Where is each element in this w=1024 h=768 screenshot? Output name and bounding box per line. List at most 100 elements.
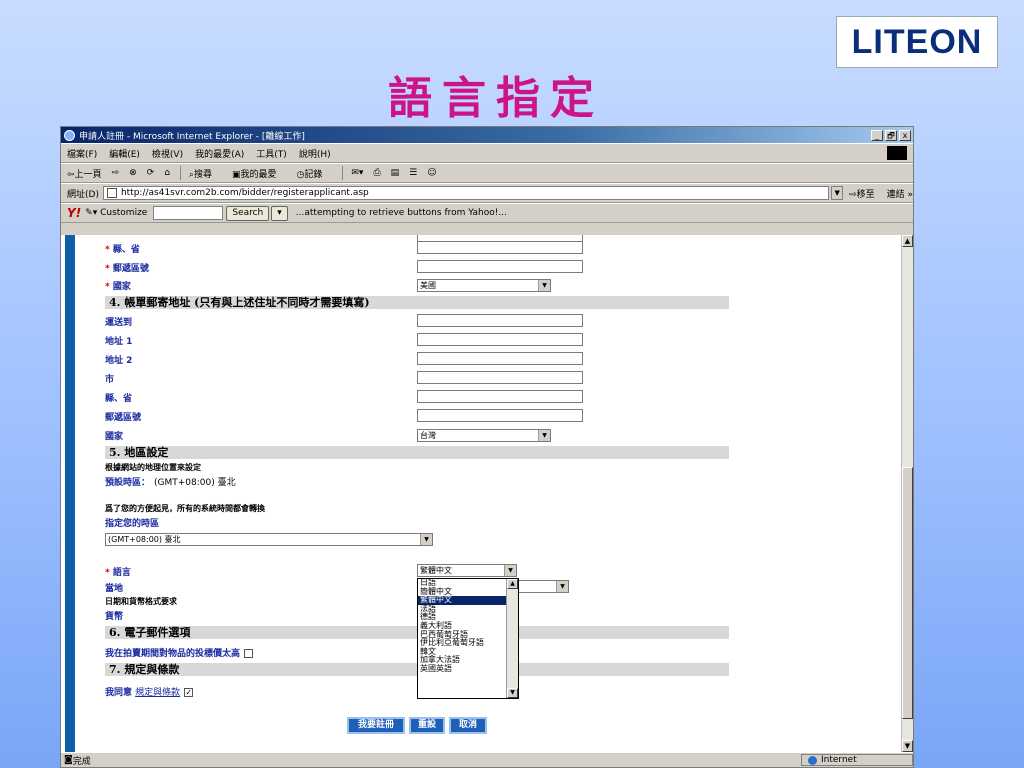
select-timezone[interactable]: (GMT+08:00) 臺北 ▼ — [105, 533, 433, 546]
outbid-option: 我在拍賣期間對物品的投標價太高 — [105, 646, 254, 659]
yahoo-message: ...attempting to retrieve buttons from Y… — [295, 208, 507, 218]
language-dropdown-list[interactable]: 日語 簡體中文 繁體中文 法語 德語 義大利語 巴西葡萄牙語 伊比利亞葡萄牙語 … — [417, 578, 519, 699]
label-locale: 當地 — [105, 584, 124, 594]
select-country[interactable]: 美國 ▼ — [417, 279, 551, 292]
address-bar: 網址(D) http://as41svr.com2b.com/bidder/re… — [61, 183, 913, 203]
terms-link[interactable]: 規定與條款 — [135, 688, 180, 698]
select-bill-country[interactable]: 台灣 ▼ — [417, 429, 551, 442]
date-format-note: 日期和貨幣格式要求 — [105, 597, 177, 606]
minimize-button[interactable]: _ — [871, 129, 883, 141]
label-zip: * 郵遞區號 — [105, 264, 149, 274]
input-city[interactable] — [417, 371, 583, 384]
select-language[interactable]: 繁體中文 ▼ — [417, 564, 517, 577]
restore-button[interactable]: 🗗 — [885, 129, 897, 141]
toolbar-separator — [179, 166, 181, 180]
address-dropdown[interactable]: ▼ — [831, 186, 844, 200]
select-locale[interactable]: ▼ — [517, 580, 569, 593]
favorites-button[interactable]: ▣我的最愛 — [232, 167, 287, 180]
cancel-button[interactable]: 取消 — [449, 717, 487, 734]
messenger-icon[interactable]: ☺ — [427, 168, 436, 178]
go-button[interactable]: ⇨移至 — [849, 187, 875, 200]
print-icon[interactable]: ⎙ — [373, 168, 380, 178]
agree-checkbox[interactable]: ✓ — [184, 688, 194, 697]
scroll-thumb[interactable] — [902, 467, 913, 719]
label-timezone: 指定您的時區 — [105, 519, 160, 529]
convert-note: 爲了您的方便起見，所有的系統時間都會轉換 — [105, 504, 265, 513]
stop-icon[interactable]: ⊗ — [129, 168, 137, 178]
chevron-down-icon: ▼ — [420, 534, 432, 545]
yahoo-search-button[interactable]: Search — [226, 205, 270, 221]
chevron-down-icon: ▼ — [538, 280, 550, 291]
input-bill-zip[interactable] — [417, 409, 583, 422]
agree-option: 我同意 規定與條款 ✓ — [105, 688, 194, 698]
menu-tools[interactable]: 工具(T) — [256, 147, 287, 160]
page-scrollbar[interactable]: ▲ ▼ — [901, 235, 913, 752]
label-bill-country: 國家 — [105, 432, 124, 442]
back-button[interactable]: ⇦上一頁 — [67, 167, 102, 180]
chevron-down-icon: ▼ — [556, 581, 568, 592]
menu-bar: 檔案(F) 編輯(E) 檢視(V) 我的最愛(A) 工具(T) 說明(H) — [61, 143, 913, 163]
menu-file[interactable]: 檔案(F) — [67, 147, 97, 160]
outbid-checkbox[interactable] — [244, 649, 254, 658]
links-button[interactable]: 連結 » — [887, 187, 913, 200]
page-icon — [106, 188, 117, 198]
customize-label: ▾ Customize — [92, 208, 148, 218]
menu-edit[interactable]: 編輯(E) — [109, 147, 140, 160]
search-button[interactable]: ⌕搜尋 — [189, 167, 222, 180]
status-icon: ◙ — [64, 755, 73, 765]
register-button[interactable]: 我要註冊 — [347, 717, 405, 734]
chevron-down-icon: ▼ — [504, 565, 516, 576]
window-title: 申請人註冊 - Microsoft Internet Explorer - [離… — [79, 131, 305, 142]
discuss-icon[interactable]: ☰ — [409, 168, 417, 178]
scroll-down-icon[interactable]: ▼ — [507, 688, 518, 698]
yahoo-search-dropdown[interactable]: ▾ — [271, 205, 288, 221]
edit-icon[interactable]: ▤ — [391, 168, 400, 178]
scroll-up-icon[interactable]: ▲ — [507, 579, 518, 589]
yahoo-logo[interactable]: Y! — [67, 206, 81, 220]
label-country: * 國家 — [105, 282, 131, 292]
menu-help[interactable]: 說明(H) — [299, 147, 331, 160]
ie-icon — [64, 129, 75, 141]
menu-favorites[interactable]: 我的最愛(A) — [195, 147, 244, 160]
default-timezone: 預設時區： (GMT+08:00) 臺北 — [105, 478, 236, 488]
globe-icon — [808, 755, 817, 765]
scroll-up-icon[interactable]: ▲ — [902, 235, 913, 247]
left-band — [65, 235, 75, 752]
menu-view[interactable]: 檢視(V) — [152, 147, 183, 160]
close-button[interactable]: x — [899, 129, 911, 141]
go-label: 移至 — [856, 189, 875, 200]
browser-window: 申請人註冊 - Microsoft Internet Explorer - [離… — [60, 126, 914, 768]
history-button[interactable]: ◷記錄 — [297, 167, 333, 180]
customize-button[interactable]: ✎▾ Customize — [85, 208, 147, 218]
label-province: * 縣、省 — [105, 245, 140, 255]
address-input[interactable]: http://as41svr.com2b.com/bidder/register… — [102, 186, 830, 200]
label-bill-zip: 郵遞區號 — [105, 413, 142, 423]
input-address1[interactable] — [417, 333, 583, 346]
label-address2: 地址 2 — [105, 356, 133, 366]
scroll-down-icon[interactable]: ▼ — [902, 740, 913, 752]
forward-button[interactable]: ⇨ — [112, 168, 120, 178]
history-label: 記錄 — [304, 169, 323, 180]
input-bill-province[interactable] — [417, 390, 583, 403]
home-icon[interactable]: ⌂ — [164, 168, 170, 178]
toolbar-separator — [342, 166, 344, 180]
label-address1: 地址 1 — [105, 337, 133, 347]
list-scrollbar[interactable]: ▲ ▼ — [506, 579, 518, 698]
reset-button[interactable]: 重設 — [409, 717, 445, 734]
yahoo-toolbar: Y! ✎▾ Customize Search ▾ ...attempting t… — [61, 203, 913, 223]
status-bar: ◙ 完成 Internet — [61, 752, 913, 767]
label-ship-to: 運送到 — [105, 318, 133, 328]
language-option[interactable]: 英國英語 — [418, 664, 518, 674]
input-address2[interactable] — [417, 352, 583, 365]
input-province[interactable] — [417, 241, 583, 254]
input-zip[interactable] — [417, 260, 583, 273]
slide-title: 語言指定 — [388, 73, 604, 124]
yahoo-search-input[interactable] — [153, 206, 224, 220]
refresh-icon[interactable]: ⟳ — [147, 168, 155, 178]
search-label: 搜尋 — [193, 169, 212, 180]
input-ship-to[interactable] — [417, 314, 583, 327]
zone-indicator: Internet — [801, 754, 913, 766]
status-text: 完成 — [72, 756, 91, 767]
section-5-header: 5. 地區設定 — [105, 446, 729, 459]
mail-icon[interactable]: ✉▾ — [351, 168, 363, 178]
